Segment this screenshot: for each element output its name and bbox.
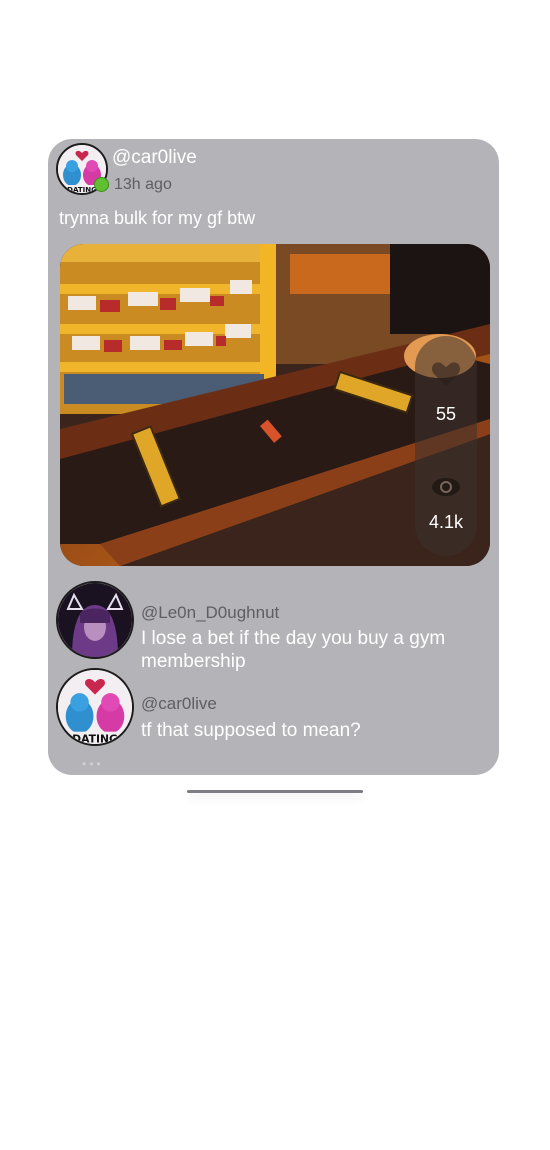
svg-text:DATING: DATING [67, 186, 97, 193]
comment-username[interactable]: @car0live [141, 694, 217, 714]
svg-text:DATING: DATING [72, 732, 118, 744]
post-username[interactable]: @car0live [112, 147, 197, 169]
view-count: 4.1k [428, 512, 464, 532]
comment-text: I lose a bet if the day you buy a gym me… [141, 628, 446, 672]
more-indicator-dots: ••• [82, 757, 104, 771]
heart-icon[interactable] [431, 360, 461, 393]
comment-text: tf that supposed to mean? [141, 720, 361, 741]
commenter-avatar[interactable] [56, 581, 134, 659]
online-status-dot [94, 177, 109, 192]
post-card[interactable]: DATING @car0live 13h ago trynna bulk for… [48, 139, 499, 775]
commenter-avatar[interactable]: DATING [56, 668, 134, 746]
comment-username[interactable]: @Le0n_D0ughnut [141, 603, 279, 623]
stats-panel: 55 4.1k [415, 336, 477, 556]
home-indicator[interactable] [187, 790, 363, 793]
dating-penguins-icon: DATING [58, 670, 132, 744]
eye-icon [431, 476, 461, 503]
post-media[interactable]: 55 4.1k [60, 244, 490, 566]
post-caption: trynna bulk for my gf btw [59, 208, 256, 228]
cat-ears-girl-icon [58, 583, 132, 657]
like-count: 55 [435, 404, 457, 424]
post-timestamp: 13h ago [114, 176, 172, 193]
